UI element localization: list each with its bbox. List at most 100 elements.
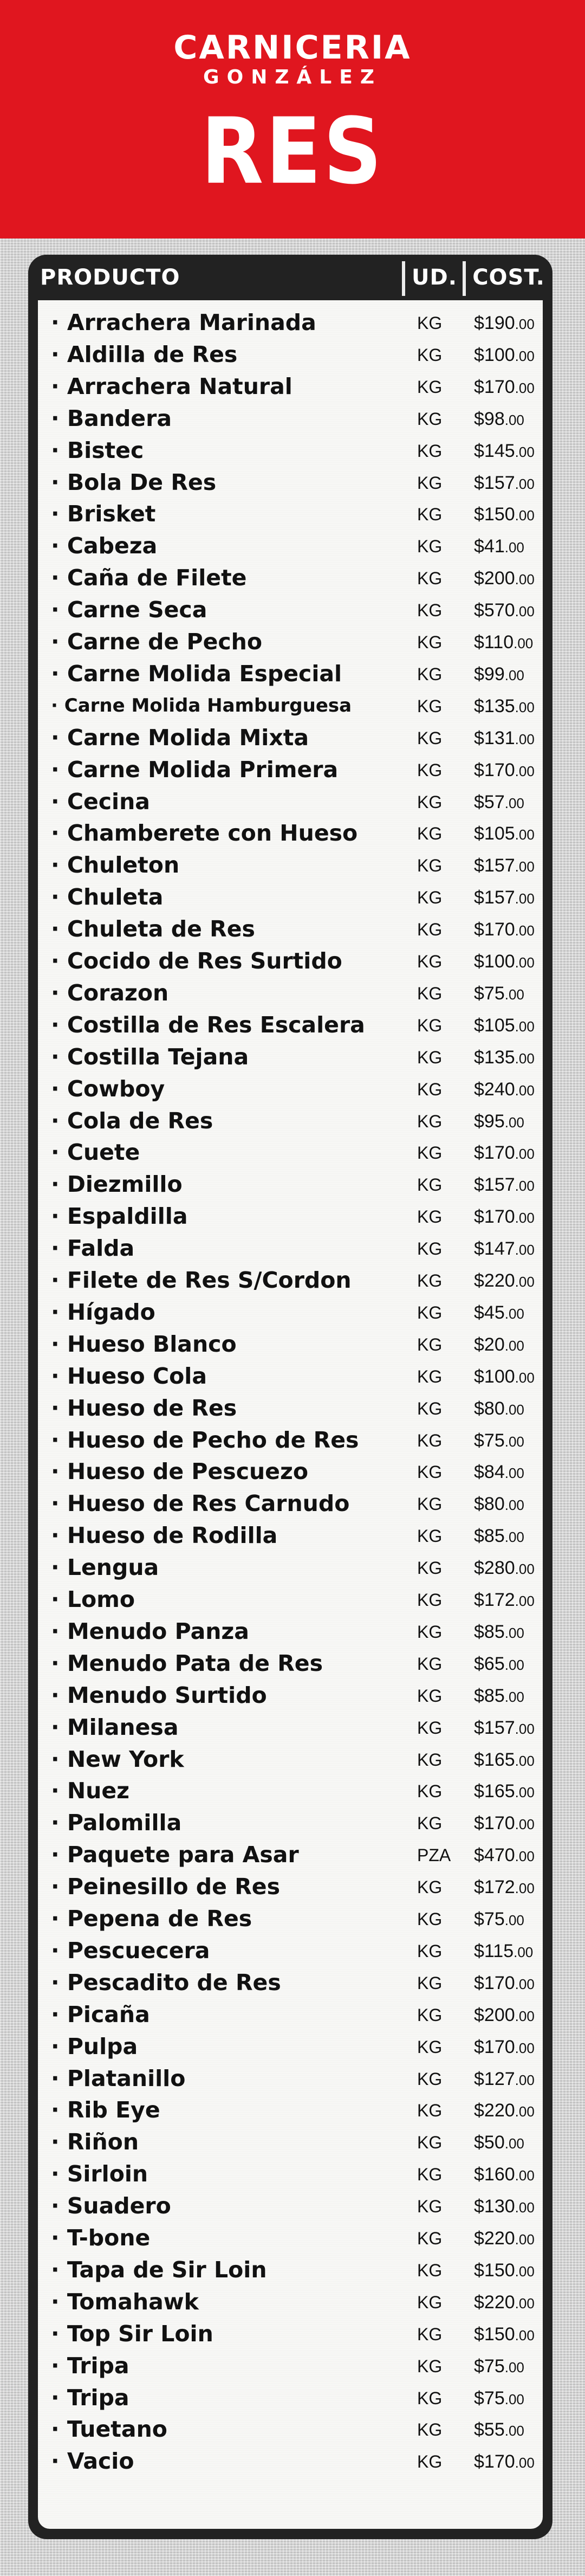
price-cents: .00 bbox=[504, 539, 524, 556]
table-row: · Diezmillo KG $157.00 bbox=[38, 1168, 543, 1200]
product-name: · Cowboy bbox=[51, 1075, 165, 1102]
table-row: · Hueso Cola KG $100.00 bbox=[38, 1360, 543, 1392]
table-row: · Tripa KG $75.00 bbox=[38, 2350, 543, 2381]
price-cents: .00 bbox=[515, 1082, 535, 1099]
price-amount: $160 bbox=[474, 2164, 515, 2185]
product-unit: KG bbox=[417, 2197, 443, 2217]
product-name: · Peinesillo de Res bbox=[51, 1874, 280, 1900]
price-cents: .00 bbox=[515, 1018, 535, 1035]
product-name: · Tuetano bbox=[51, 2416, 167, 2443]
price-cents: .00 bbox=[515, 763, 535, 779]
table-row: · Palomilla KG $170.00 bbox=[38, 1807, 543, 1838]
price-cents: .00 bbox=[515, 2007, 535, 2024]
price-amount: $80 bbox=[474, 1494, 505, 1515]
price-amount: $57 bbox=[474, 791, 505, 812]
table-row: · Chuleta KG $157.00 bbox=[38, 881, 543, 913]
product-unit: KG bbox=[417, 2101, 443, 2121]
table-row: · New York KG $165.00 bbox=[38, 1744, 543, 1775]
price-amount: $98 bbox=[474, 408, 505, 429]
price-amount: $570 bbox=[474, 600, 515, 621]
table-row: · Riñon KG $50.00 bbox=[38, 2126, 543, 2158]
product-price: $145.00 bbox=[474, 435, 550, 468]
product-name: · Sirloin bbox=[51, 2161, 148, 2187]
table-row: · Menudo Pata de Res KG $65.00 bbox=[38, 1648, 543, 1679]
price-cents: .00 bbox=[504, 1465, 524, 1482]
product-unit: KG bbox=[417, 1654, 443, 1674]
table-row: · Milanesa KG $157.00 bbox=[38, 1712, 543, 1743]
brand-subtitle: GONZÁLEZ bbox=[203, 66, 382, 88]
price-amount: $280 bbox=[474, 1558, 515, 1579]
price-cents: .00 bbox=[504, 667, 524, 683]
product-name: · T-bone bbox=[51, 2225, 151, 2251]
price-cents: .00 bbox=[504, 1912, 524, 1928]
header-divider bbox=[402, 261, 405, 296]
price-cents: .00 bbox=[504, 2391, 524, 2407]
price-cents: .00 bbox=[515, 2199, 535, 2216]
price-amount: $200 bbox=[474, 568, 515, 589]
product-name: · Espaldilla bbox=[51, 1203, 188, 1230]
price-amount: $220 bbox=[474, 2291, 515, 2313]
price-list-card: PRODUCTO UD. COST. · Arrachera Marinada K… bbox=[28, 255, 552, 2539]
table-row: · Carne Seca KG $570.00 bbox=[38, 594, 543, 625]
price-cents: .00 bbox=[504, 2423, 524, 2439]
table-row: · Tripa KG $75.00 bbox=[38, 2382, 543, 2413]
price-amount: $220 bbox=[474, 2100, 515, 2121]
product-unit: KG bbox=[417, 2229, 443, 2248]
price-cents: .00 bbox=[515, 922, 535, 939]
product-price: $170.00 bbox=[474, 1967, 550, 2000]
product-unit: KG bbox=[417, 1366, 443, 1386]
header-divider bbox=[463, 261, 466, 296]
product-price: $65.00 bbox=[474, 1648, 550, 1681]
product-unit: KG bbox=[417, 441, 443, 461]
price-cents: .00 bbox=[504, 1497, 524, 1514]
price-amount: $50 bbox=[474, 2132, 505, 2153]
price-amount: $240 bbox=[474, 1079, 515, 1100]
price-cents: .00 bbox=[504, 795, 524, 811]
product-name: · Chuleta bbox=[51, 884, 164, 911]
product-name: · Carne de Pecho bbox=[51, 629, 263, 655]
product-price: $80.00 bbox=[474, 1392, 550, 1426]
product-price: $570.00 bbox=[474, 594, 550, 628]
price-cents: .00 bbox=[515, 1975, 535, 1992]
product-unit: KG bbox=[417, 792, 443, 812]
product-unit: KG bbox=[417, 1877, 443, 1897]
product-price: $75.00 bbox=[474, 1424, 550, 1458]
product-unit: KG bbox=[417, 696, 443, 716]
price-amount: $41 bbox=[474, 536, 505, 557]
product-unit: KG bbox=[417, 632, 443, 652]
product-name: · Cabeza bbox=[51, 533, 158, 559]
product-unit: KG bbox=[417, 1526, 443, 1546]
product-price: $170.00 bbox=[474, 1137, 550, 1170]
product-name: · Hueso Cola bbox=[51, 1363, 207, 1389]
price-amount: $150 bbox=[474, 504, 515, 525]
product-name: · New York bbox=[51, 1746, 184, 1772]
table-row: · Carne Molida Mixta KG $131.00 bbox=[38, 722, 543, 753]
price-amount: $127 bbox=[474, 2068, 515, 2089]
product-price: $98.00 bbox=[474, 403, 550, 436]
product-name: · Menudo Surtido bbox=[51, 1682, 267, 1708]
price-cents: .00 bbox=[504, 1114, 524, 1131]
price-amount: $105 bbox=[474, 1015, 515, 1036]
price-cents: .00 bbox=[515, 1593, 535, 1609]
product-price: $220.00 bbox=[474, 2222, 550, 2256]
product-price: $157.00 bbox=[474, 881, 550, 915]
product-name: · Hígado bbox=[51, 1299, 155, 1325]
table-row: · Brisket KG $150.00 bbox=[38, 498, 543, 530]
product-name: · Brisket bbox=[51, 501, 156, 527]
product-unit: KG bbox=[417, 473, 443, 493]
table-row: · Cowboy KG $240.00 bbox=[38, 1073, 543, 1105]
price-amount: $170 bbox=[474, 1813, 515, 1834]
price-amount: $95 bbox=[474, 1111, 505, 1132]
price-amount: $220 bbox=[474, 1270, 515, 1291]
product-price: $165.00 bbox=[474, 1775, 550, 1809]
product-unit: KG bbox=[417, 1430, 443, 1450]
table-row: · Tomahawk KG $220.00 bbox=[38, 2286, 543, 2317]
product-price: $130.00 bbox=[474, 2190, 550, 2224]
price-cents: .00 bbox=[515, 731, 535, 747]
product-unit: KG bbox=[417, 1622, 443, 1642]
product-price: $75.00 bbox=[474, 2382, 550, 2416]
price-amount: $165 bbox=[474, 1749, 515, 1770]
product-price: $157.00 bbox=[474, 849, 550, 883]
product-unit: KG bbox=[417, 2037, 443, 2057]
product-price: $157.00 bbox=[474, 1168, 550, 1202]
